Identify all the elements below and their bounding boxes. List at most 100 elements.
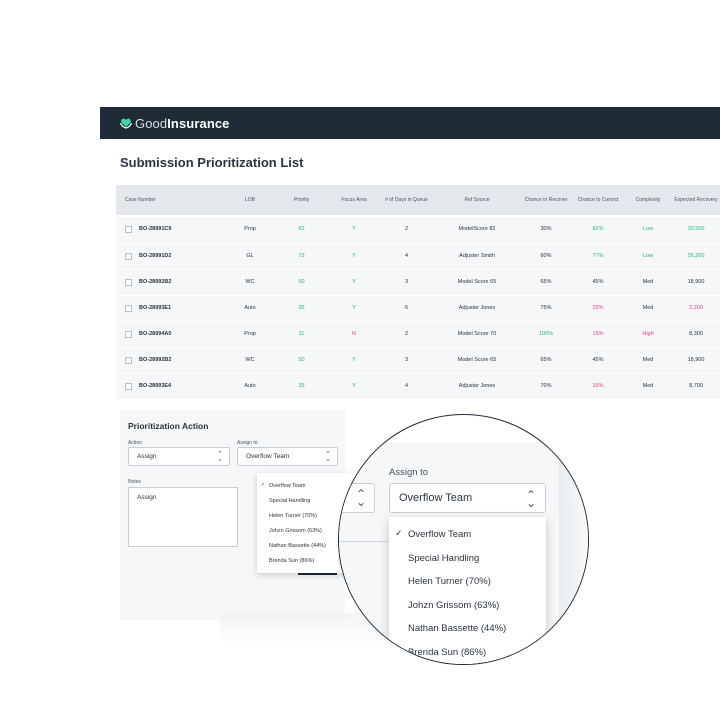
- ref-cell: Model Score 65: [457, 278, 497, 285]
- option-label: Brenda Sun (86%): [269, 557, 315, 564]
- priority-cell: 73: [298, 252, 305, 259]
- row-checkbox[interactable]: [125, 252, 132, 260]
- ref-cell: Adjuster Smith: [459, 252, 495, 259]
- case-number[interactable]: BO-28992B2: [139, 357, 171, 364]
- header-complexity[interactable]: Complexity: [624, 197, 672, 203]
- assign-to-label: Assign to: [237, 440, 258, 446]
- magnified-option: Helen Turner (70%): [389, 570, 546, 594]
- focus-cell: Y: [352, 382, 356, 389]
- row-checkbox[interactable]: [125, 304, 132, 312]
- days-cell: 3: [404, 278, 409, 285]
- row-checkbox[interactable]: [125, 330, 132, 338]
- case-number[interactable]: BO-28991D2: [139, 253, 171, 260]
- magnified-dropdown-menu: ✓ Overflow Team Special Handling Helen Tu…: [389, 517, 546, 665]
- option-label: Johzn Grissom (63%): [269, 527, 322, 534]
- complexity-cell: Med: [642, 356, 654, 363]
- check-icon: ✓: [395, 528, 403, 538]
- row-checkbox[interactable]: [125, 356, 132, 364]
- header-focus-area[interactable]: Focus Area: [329, 197, 379, 203]
- option-label: Overflow Team: [269, 482, 306, 489]
- ref-cell: Model Score 65: [457, 356, 497, 363]
- focus-cell: Y: [352, 278, 356, 285]
- convict-cell: 25%: [592, 304, 604, 311]
- header-chance-to-convict[interactable]: Chance to Convict: [572, 197, 624, 203]
- case-number[interactable]: BO-28994A0: [139, 331, 171, 338]
- magnified-option: Brenda Sun (86%): [389, 641, 546, 665]
- table-row[interactable]: BO-28991C9 Prop 82 Y 2 ModelScore 82 30% 82% Low…: [116, 216, 720, 243]
- case-number[interactable]: BO-28993E1: [139, 305, 171, 312]
- table-row[interactable]: BO-28994A0 Prop 11 N 2 Model Score 70 100% 15% H…: [116, 320, 720, 347]
- table-row[interactable]: BO-28993E4 Auto 35 Y 4 Adjuster Jones 70% 15% Me…: [116, 372, 720, 399]
- recover-cell: 100%: [538, 330, 554, 337]
- lob-cell: Auto: [244, 304, 256, 311]
- row-checkbox[interactable]: [125, 278, 132, 286]
- case-number[interactable]: BO-28991C9: [139, 226, 171, 233]
- magnified-option: Johzn Grissom (63%): [389, 594, 546, 618]
- option-label: Helen Turner (70%): [269, 512, 317, 519]
- assign-to-select[interactable]: Overflow Team ⌃ ⌄: [237, 447, 338, 466]
- convict-cell: 15%: [592, 330, 604, 337]
- header-case-number[interactable]: Case Number: [116, 197, 226, 203]
- recover-cell: 65%: [540, 356, 552, 363]
- option-label: Nathan Bassette (44%): [408, 623, 507, 635]
- table-row[interactable]: BO-28991D2 GL 73 Y 4 Adjuster Smith 60% 77% Low 2…: [116, 242, 720, 269]
- updown-chevron-icon: ⌃ ⌄: [355, 487, 366, 509]
- table-row[interactable]: BO-28992B2 WC 50 Y 3 Model Score 65 65% 45% Med 1…: [116, 346, 720, 373]
- case-number-cell: BO-28991D2: [116, 252, 226, 260]
- days-cell: 6: [404, 304, 409, 311]
- magnified-option: ✓ Overflow Team: [389, 523, 546, 547]
- row-checkbox[interactable]: [125, 382, 132, 390]
- focus-cell: Y: [352, 356, 356, 363]
- focus-cell: Y: [352, 226, 356, 233]
- expected-cell: 18,900: [687, 356, 705, 363]
- convict-cell: 82%: [592, 226, 604, 233]
- updown-chevron-icon: ⌃ ⌄: [217, 451, 223, 463]
- priority-cell: 50: [298, 278, 305, 285]
- priority-cell: 35: [298, 382, 305, 389]
- brand-name-bold: Insurance: [167, 115, 230, 131]
- ref-cell: Adjuster Jones: [458, 382, 496, 389]
- days-cell: 2: [404, 330, 409, 337]
- table-row[interactable]: BO-28993E1 Auto 35 Y 6 Adjuster Jones 75% 25% Me…: [116, 294, 720, 321]
- focus-cell: Y: [352, 304, 356, 311]
- action-select[interactable]: Assign ⌃ ⌄: [128, 447, 230, 466]
- option-label: Brenda Sun (86%): [408, 646, 487, 658]
- convict-cell: 77%: [592, 252, 604, 259]
- brand-logo[interactable]: GoodInsurance: [135, 116, 230, 131]
- recover-cell: 70%: [540, 382, 552, 389]
- option-label: Helen Turner (70%): [408, 576, 491, 588]
- priority-cell: 50: [298, 356, 305, 363]
- option-label: Nathan Bassette (44%): [269, 542, 326, 549]
- priority-cell: 82: [298, 226, 305, 233]
- recover-cell: 60%: [540, 252, 552, 259]
- complexity-cell: High: [642, 330, 654, 337]
- header-days-in-queue[interactable]: # of Days in Queue: [379, 197, 434, 203]
- heart-hands-icon: [120, 118, 132, 129]
- complexity-cell: Med: [642, 382, 654, 389]
- panel-title: Prioritization Action: [128, 421, 209, 431]
- magnified-panel-edge: [559, 443, 588, 664]
- header-lob[interactable]: LOB: [226, 197, 274, 203]
- focus-cell: N: [352, 330, 356, 337]
- table-row[interactable]: BO-28992B2 WC 50 Y 3 Model Score 65 65% 45% Med 1…: [116, 268, 720, 295]
- expected-cell: 8,300: [689, 330, 703, 337]
- lob-cell: Auto: [244, 382, 256, 389]
- expected-cell: 26,200: [687, 252, 705, 259]
- complexity-cell: Low: [642, 252, 654, 259]
- days-cell: 2: [404, 226, 409, 233]
- case-number[interactable]: BO-28992B2: [139, 279, 171, 286]
- lob-cell: Prop: [244, 226, 256, 233]
- header-expected-recovery[interactable]: Expected Recovery: [672, 197, 720, 203]
- complexity-cell: Med: [642, 278, 654, 285]
- case-number[interactable]: BO-28993E4: [139, 383, 171, 390]
- magnified-action-select: ⌃ ⌄: [339, 483, 375, 513]
- header-priority[interactable]: Priority: [274, 197, 329, 203]
- row-checkbox[interactable]: [125, 226, 132, 233]
- header-chance-to-recover[interactable]: Chance to Recover: [520, 197, 572, 203]
- recover-cell: 30%: [540, 226, 552, 233]
- notes-textarea[interactable]: Assign: [128, 487, 238, 547]
- convict-cell: 15%: [592, 382, 604, 389]
- check-icon: ✓: [261, 482, 266, 488]
- table-header-row: Case Number LOB Priority Focus Area # of…: [116, 185, 720, 215]
- header-ref-source[interactable]: Ref Source: [434, 197, 520, 203]
